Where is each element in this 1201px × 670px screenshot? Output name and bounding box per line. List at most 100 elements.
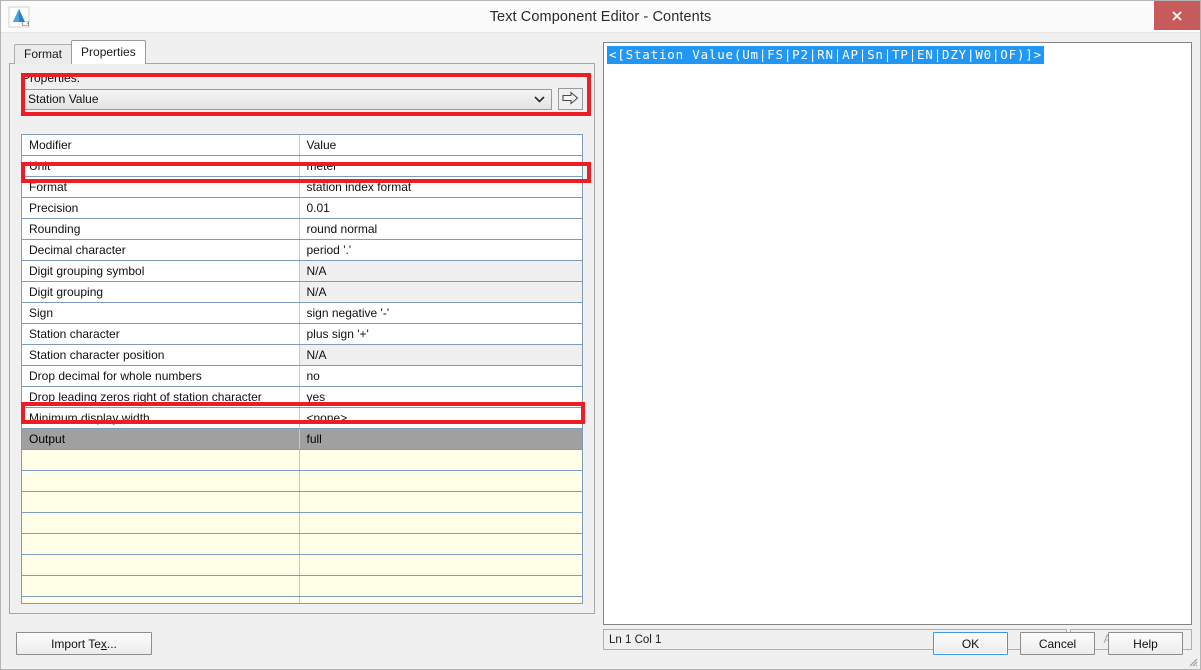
table-row[interactable]: Station character plus sign '+' — [22, 323, 582, 345]
table-row[interactable]: Drop decimal for whole numbers no — [22, 365, 582, 387]
table-row[interactable]: Minimum display width <none> — [22, 407, 582, 429]
cell-modifier: Format — [22, 176, 299, 198]
table-row[interactable]: Digit grouping symbol N/A — [22, 260, 582, 282]
cell-modifier-empty — [22, 575, 299, 597]
table-row[interactable]: Format station index format — [22, 176, 582, 198]
properties-dropdown[interactable]: Station Value — [21, 88, 552, 110]
table-row-empty[interactable] — [22, 554, 582, 576]
cell-value-empty — [298, 575, 582, 597]
svg-text:C3: C3 — [22, 21, 30, 28]
cell-modifier-empty — [22, 533, 299, 555]
cell-modifier-empty — [22, 596, 299, 603]
table-row-empty[interactable] — [22, 470, 582, 492]
close-icon[interactable] — [1154, 1, 1200, 30]
cell-value-empty — [298, 554, 582, 576]
left-panel: Format Properties Properties: Station Va… — [9, 40, 595, 650]
right-panel: <[Station Value(Um|FS|P2|RN|AP|Sn|TP|EN|… — [603, 42, 1192, 650]
table-row-empty[interactable] — [22, 575, 582, 597]
table-row[interactable]: Digit grouping N/A — [22, 281, 582, 303]
table-row[interactable]: Precision 0.01 — [22, 197, 582, 219]
import-text-label-suffix: ... — [106, 636, 117, 651]
cell-value-empty — [298, 449, 582, 471]
column-header-modifier[interactable]: Modifier — [22, 135, 299, 156]
cell-value-empty — [298, 533, 582, 555]
grid-body: Unit meter Format station index format Preci… — [22, 155, 582, 603]
cell-modifier: Rounding — [22, 218, 299, 240]
column-header-value[interactable]: Value — [298, 135, 582, 156]
properties-tab-panel: Properties: Station Value Modifier Value… — [9, 63, 595, 614]
cell-modifier: Output — [22, 428, 299, 450]
cell-value[interactable]: yes — [298, 386, 582, 408]
cell-value-empty — [298, 596, 582, 603]
cell-modifier-empty — [22, 470, 299, 492]
cell-value[interactable]: plus sign '+' — [298, 323, 582, 345]
autocad-civil3d-icon: C3 — [8, 6, 30, 28]
properties-selector-row: Station Value — [21, 88, 583, 110]
cell-value[interactable]: period '.' — [298, 239, 582, 261]
cell-value[interactable]: full — [298, 428, 582, 450]
table-row[interactable]: Drop leading zeros right of station char… — [22, 386, 582, 408]
cell-value-empty — [298, 491, 582, 513]
cell-modifier-empty — [22, 491, 299, 513]
help-button[interactable]: Help — [1108, 632, 1183, 655]
modifier-value-grid[interactable]: Modifier Value Unit meter Format station in… — [21, 134, 583, 604]
table-row-empty[interactable] — [22, 491, 582, 513]
editor-code-text[interactable]: <[Station Value(Um|FS|P2|RN|AP|Sn|TP|EN|… — [607, 46, 1044, 64]
import-text-label-prefix: Import Te — [51, 636, 101, 651]
cell-modifier: Precision — [22, 197, 299, 219]
grid-header-row: Modifier Value — [22, 135, 582, 156]
import-text-button[interactable]: Import Te x... — [16, 632, 152, 655]
cell-value[interactable]: round normal — [298, 218, 582, 240]
cell-value[interactable]: N/A — [298, 344, 582, 366]
table-row[interactable]: Decimal character period '.' — [22, 239, 582, 261]
tab-strip: Format Properties — [14, 40, 146, 64]
insert-property-button[interactable] — [558, 88, 583, 110]
tab-format[interactable]: Format — [14, 44, 73, 64]
cell-modifier: Minimum display width — [22, 407, 299, 429]
cell-value[interactable]: meter — [298, 155, 582, 177]
grid-header: Modifier Value — [22, 135, 582, 156]
table-row-empty[interactable] — [22, 533, 582, 555]
cell-value[interactable]: <none> — [298, 407, 582, 429]
cell-value[interactable]: N/A — [298, 260, 582, 282]
cell-modifier-empty — [22, 554, 299, 576]
table-row[interactable]: Sign sign negative '-' — [22, 302, 582, 324]
cell-modifier: Drop leading zeros right of station char… — [22, 386, 299, 408]
table-row[interactable]: Unit meter — [22, 155, 582, 177]
page-title: Text Component Editor - Contents — [489, 8, 712, 25]
cell-modifier: Decimal character — [22, 239, 299, 261]
cell-value[interactable]: N/A — [298, 281, 582, 303]
dialog-client-area: Format Properties Properties: Station Va… — [1, 33, 1200, 669]
ok-button[interactable]: OK — [933, 632, 1008, 655]
table-row[interactable]: Rounding round normal — [22, 218, 582, 240]
text-component-editor-window: C3 Text Component Editor - Contents Form… — [0, 0, 1201, 670]
text-editor-area[interactable]: <[Station Value(Um|FS|P2|RN|AP|Sn|TP|EN|… — [603, 42, 1192, 625]
cell-modifier-empty — [22, 449, 299, 471]
table-row[interactable]: Output full — [22, 428, 582, 450]
cell-modifier: Unit — [22, 155, 299, 177]
table-row-empty[interactable] — [22, 596, 582, 603]
title-bar: C3 Text Component Editor - Contents — [1, 1, 1200, 33]
cell-value[interactable]: 0.01 — [298, 197, 582, 219]
table-row[interactable]: Station character position N/A — [22, 344, 582, 366]
chevron-down-icon — [534, 90, 545, 109]
cancel-button[interactable]: Cancel — [1020, 632, 1095, 655]
cell-modifier: Drop decimal for whole numbers — [22, 365, 299, 387]
tab-properties[interactable]: Properties — [71, 40, 146, 64]
table-row-empty[interactable] — [22, 449, 582, 471]
cell-value-empty — [298, 512, 582, 534]
properties-label: Properties: — [22, 71, 81, 85]
properties-dropdown-value: Station Value — [28, 92, 99, 106]
cell-value[interactable]: sign negative '-' — [298, 302, 582, 324]
table-row-empty[interactable] — [22, 512, 582, 534]
grid-table: Modifier Value Unit meter Format station in… — [22, 135, 582, 603]
arrow-right-icon — [562, 90, 579, 108]
cell-value[interactable]: station index format — [298, 176, 582, 198]
cell-modifier: Sign — [22, 302, 299, 324]
cell-value[interactable]: no — [298, 365, 582, 387]
cell-modifier-empty — [22, 512, 299, 534]
cell-modifier: Digit grouping symbol — [22, 260, 299, 282]
cell-modifier: Station character position — [22, 344, 299, 366]
cell-modifier: Digit grouping — [22, 281, 299, 303]
resize-grip[interactable] — [1186, 655, 1198, 667]
